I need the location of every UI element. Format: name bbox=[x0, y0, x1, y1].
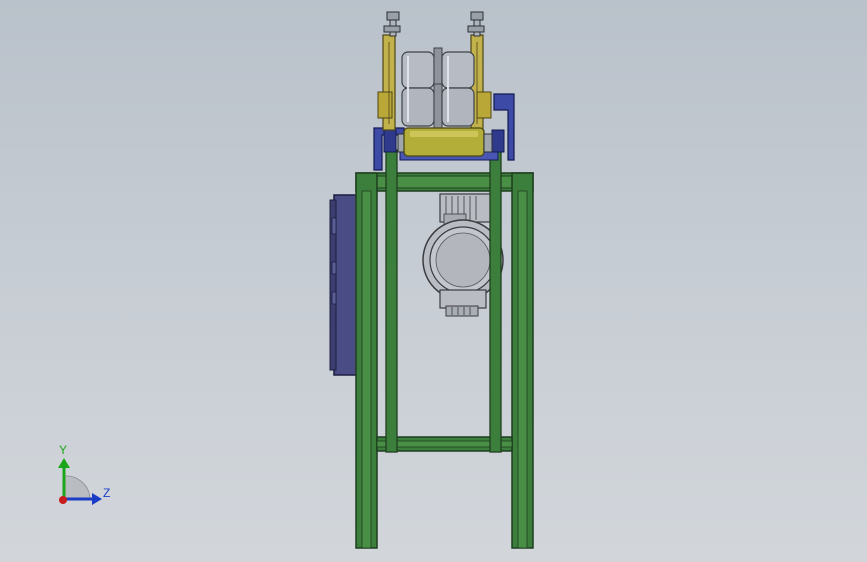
pressure-roller[interactable] bbox=[397, 127, 493, 157]
x-axis-dot bbox=[59, 496, 67, 504]
graphics-viewport[interactable] bbox=[0, 0, 867, 562]
adjustment-bolts[interactable] bbox=[383, 11, 485, 37]
feed-rollers[interactable] bbox=[401, 47, 475, 131]
z-axis-arrowhead bbox=[92, 493, 102, 505]
z-axis-label: Z bbox=[103, 486, 111, 500]
y-axis-arrowhead bbox=[58, 458, 70, 468]
orientation-triad bbox=[58, 458, 102, 505]
triad-plane bbox=[63, 475, 91, 500]
y-axis-label: Y bbox=[59, 443, 68, 457]
